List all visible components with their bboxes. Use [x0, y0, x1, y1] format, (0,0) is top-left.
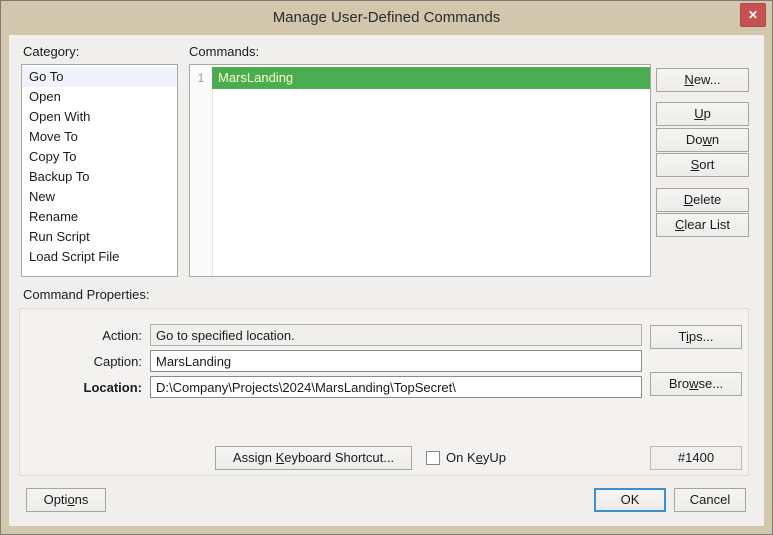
command-row-name: MarsLanding [212, 67, 650, 89]
category-item-rename[interactable]: Rename [22, 207, 177, 227]
commands-number-gutter [190, 65, 213, 276]
command-properties-label: Command Properties: [23, 287, 149, 303]
category-item-open[interactable]: Open [22, 87, 177, 107]
category-item-move-to[interactable]: Move To [22, 127, 177, 147]
ok-button[interactable]: OK [594, 488, 666, 512]
category-item-open-with[interactable]: Open With [22, 107, 177, 127]
location-label: Location: [20, 380, 142, 396]
label-post: eyboard Shortcut... [284, 450, 394, 465]
clear-list-button[interactable]: Clear List [656, 213, 749, 237]
on-keyup-checkbox[interactable] [426, 451, 440, 465]
cancel-button[interactable]: Cancel [674, 488, 746, 512]
label-pre: Opti [44, 492, 68, 507]
label-post: p [704, 106, 711, 121]
category-item-run-script[interactable]: Run Script [22, 227, 177, 247]
label-pre: On K [446, 450, 476, 465]
label-pre: Assign [233, 450, 276, 465]
down-button[interactable]: Down [656, 128, 749, 152]
action-field[interactable] [150, 324, 642, 346]
options-button[interactable]: Options [26, 488, 106, 512]
category-list[interactable]: Go To Open Open With Move To Copy To Bac… [21, 64, 178, 277]
label-mnemonic: K [276, 450, 285, 465]
titlebar[interactable]: Manage User-Defined Commands ✕ [1, 1, 772, 35]
category-item-copy-to[interactable]: Copy To [22, 147, 177, 167]
label-post: elete [693, 192, 721, 207]
command-row-number: 1 [190, 67, 212, 89]
label-post: ps... [689, 329, 714, 344]
action-label: Action: [20, 328, 142, 344]
label-post: ew... [694, 72, 721, 87]
dialog-title: Manage User-Defined Commands [1, 1, 772, 34]
label-pre: Do [686, 132, 703, 147]
label-post: ort [699, 157, 714, 172]
close-button[interactable]: ✕ [740, 3, 766, 27]
label-post: ns [75, 492, 89, 507]
label-mnemonic: w [689, 376, 698, 391]
label-post: se... [699, 376, 724, 391]
tips-button[interactable]: Tips... [650, 325, 742, 349]
category-item-new[interactable]: New [22, 187, 177, 207]
label-post: lear List [684, 217, 730, 232]
dialog-body: Category: Go To Open Open With Move To C… [9, 35, 764, 526]
command-properties-panel: Action: Caption: Location: Tips... Brows… [19, 308, 749, 476]
category-item-backup-to[interactable]: Backup To [22, 167, 177, 187]
on-keyup-label: On KeyUp [446, 450, 506, 466]
label-mnemonic: D [684, 192, 693, 207]
label-post: n [712, 132, 719, 147]
label-mnemonic: w [703, 132, 712, 147]
category-item-load-script-file[interactable]: Load Script File [22, 247, 177, 267]
caption-field[interactable] [150, 350, 642, 372]
label-post: yUp [483, 450, 506, 465]
category-label: Category: [23, 44, 79, 60]
close-icon: ✕ [748, 8, 758, 22]
manage-commands-dialog: Manage User-Defined Commands ✕ Category:… [0, 0, 773, 535]
browse-button[interactable]: Browse... [650, 372, 742, 396]
label-pre: Bro [669, 376, 689, 391]
sort-button[interactable]: Sort [656, 153, 749, 177]
category-item-go-to[interactable]: Go To [22, 67, 177, 87]
label-mnemonic: N [684, 72, 693, 87]
location-field[interactable] [150, 376, 642, 398]
caption-label: Caption: [20, 354, 142, 370]
assign-keyboard-shortcut-button[interactable]: Assign Keyboard Shortcut... [215, 446, 412, 470]
label-mnemonic: e [476, 450, 483, 465]
commands-label: Commands: [189, 44, 259, 60]
label-mnemonic: C [675, 217, 684, 232]
delete-button[interactable]: Delete [656, 188, 749, 212]
label-mnemonic: S [691, 157, 700, 172]
label-pre: T [679, 329, 686, 344]
command-row[interactable]: 1 MarsLanding [190, 67, 650, 89]
up-button[interactable]: Up [656, 102, 749, 126]
new-button[interactable]: New... [656, 68, 749, 92]
command-id-badge[interactable]: #1400 [650, 446, 742, 470]
label-mnemonic: o [67, 492, 74, 507]
commands-list[interactable]: 1 MarsLanding [189, 64, 651, 277]
label-mnemonic: U [694, 106, 703, 121]
